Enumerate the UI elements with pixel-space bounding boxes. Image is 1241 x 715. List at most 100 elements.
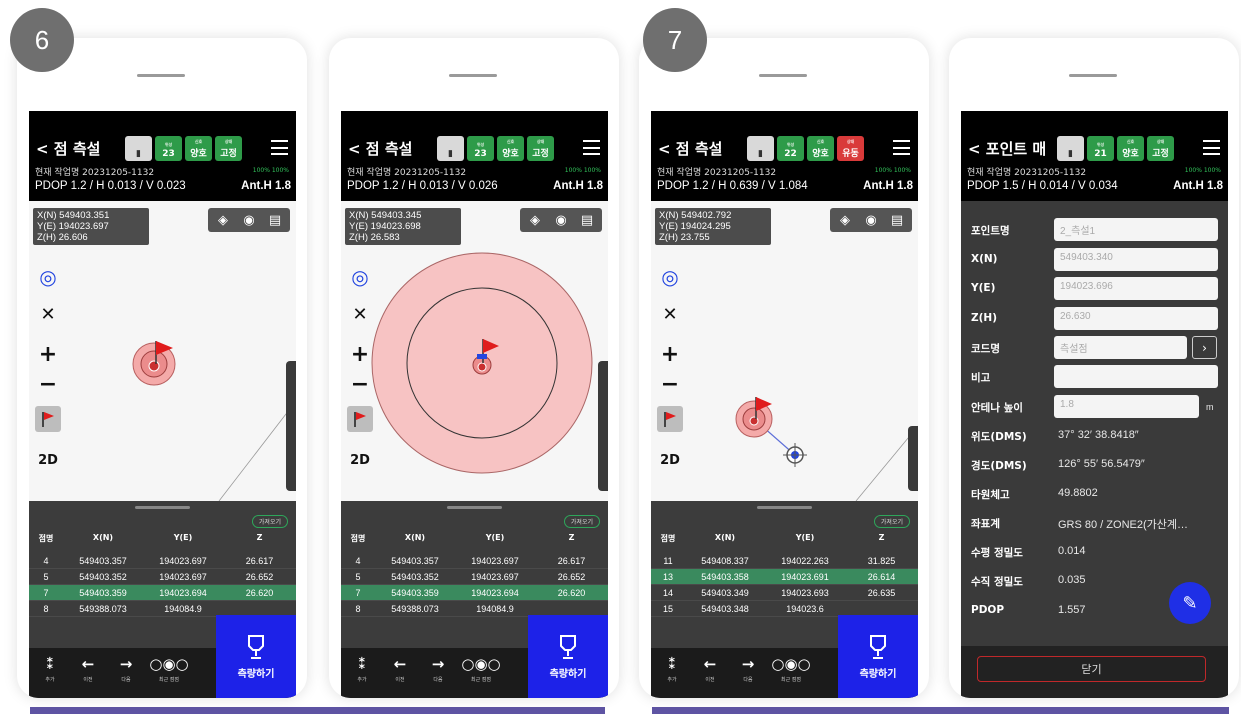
field-z: Z(H) 26.630	[961, 307, 1228, 332]
add-point-button[interactable]: ⁑ 추가	[31, 652, 69, 696]
table-row[interactable]: 4 549403.357 194023.697 26.617	[341, 553, 608, 569]
measure-button[interactable]: 측량하기	[528, 615, 608, 698]
my-location-icon[interactable]: ◎	[347, 264, 373, 290]
panel-drag-handle[interactable]	[447, 506, 502, 509]
zoom-in-button[interactable]: +	[347, 341, 373, 367]
back-button[interactable]: < 점 측설	[658, 138, 722, 159]
y-input[interactable]: 194023.696	[1054, 277, 1218, 300]
gnss-status-badges[interactable]: ▮ 위성 23 신호 양호 상태 고정	[125, 136, 242, 161]
gnss-status-badges[interactable]: ▮ 위성 23 신호 양호 상태 고정	[437, 136, 554, 161]
recent-point-button[interactable]: ○◉○ 최근 점점	[457, 652, 505, 696]
note-input[interactable]	[1054, 365, 1218, 388]
add-point-button[interactable]: ⁑ 추가	[343, 652, 381, 696]
flag-icon[interactable]	[35, 406, 61, 432]
zoom-out-button[interactable]: −	[657, 371, 683, 397]
battery-status: 100% 100%	[1184, 167, 1221, 174]
fit-extent-icon[interactable]: ✕	[347, 301, 373, 327]
recent-point-button[interactable]: ○◉○ 최근 점점	[767, 652, 815, 696]
layer-search-icon[interactable]: ◉	[859, 210, 883, 230]
z-input[interactable]: 26.630	[1054, 307, 1218, 330]
table-row[interactable]: 4 549403.357 194023.697 26.617	[29, 553, 296, 569]
x-input[interactable]: 549403.340	[1054, 248, 1218, 271]
hamburger-menu-icon[interactable]	[893, 140, 910, 155]
map-view[interactable]: X(N) 549403.345 Y(E) 194023.698 Z(H) 26.58…	[341, 201, 608, 501]
side-drawer-handle[interactable]	[286, 361, 296, 491]
field-lon: 경도(DMS) 126° 55′ 56.5479″	[971, 458, 1145, 472]
field-lat: 위도(DMS) 37° 32′ 38.8418″	[971, 429, 1139, 443]
antenna-icon	[560, 635, 576, 659]
layer-search-icon[interactable]: ◉	[237, 210, 261, 230]
list-icon[interactable]: ▤	[575, 210, 599, 230]
import-button[interactable]: 가져오기	[563, 515, 600, 528]
map-view[interactable]: X(N) 549403.351 Y(E) 194023.697 Z(H) 26.60…	[29, 201, 296, 501]
close-button[interactable]: 닫기	[977, 656, 1206, 682]
next-button[interactable]: → 다음	[107, 652, 145, 696]
flag-icon[interactable]	[657, 406, 683, 432]
edit-button[interactable]: ✎	[1169, 582, 1211, 624]
import-button[interactable]: 가져오기	[873, 515, 910, 528]
fit-extent-icon[interactable]: ✕	[35, 301, 61, 327]
gnss-status-badges[interactable]: ▮ 위성 21 신호 양호 상태 고정	[1057, 136, 1174, 161]
table-row-selected[interactable]: 7 549403.359 194023.694 26.620	[341, 585, 608, 601]
table-row[interactable]: 14 549403.349 194023.693 26.635	[651, 585, 918, 601]
chevron-right-icon[interactable]: ›	[1192, 336, 1217, 359]
table-row[interactable]: 5 549403.352 194023.697 26.652	[29, 569, 296, 585]
table-row[interactable]: 5 549403.352 194023.697 26.652	[341, 569, 608, 585]
map-view[interactable]: X(N) 549402.792 Y(E) 194024.295 Z(H) 23.75…	[651, 201, 918, 501]
my-location-icon[interactable]: ◎	[657, 264, 683, 290]
side-drawer-handle[interactable]	[598, 361, 608, 491]
field-crs: 좌표계 GRS 80 / ZONE2(가산계…	[971, 518, 1188, 531]
hamburger-menu-icon[interactable]	[1203, 140, 1220, 155]
measure-button[interactable]: 측량하기	[838, 615, 918, 698]
back-button[interactable]: < 점 측설	[36, 138, 100, 159]
layers-icon[interactable]: ◈	[833, 210, 857, 230]
panel-drag-handle[interactable]	[757, 506, 812, 509]
table-row[interactable]: 11 549408.337 194022.263 31.825	[651, 553, 918, 569]
recent-point-button[interactable]: ○◉○ 최근 점점	[145, 652, 193, 696]
prev-button[interactable]: ← 이전	[691, 652, 729, 696]
next-button[interactable]: → 다음	[729, 652, 767, 696]
hamburger-menu-icon[interactable]	[271, 140, 288, 155]
code-input[interactable]: 측설점	[1054, 336, 1187, 359]
add-point-button[interactable]: ⁑ 추가	[653, 652, 691, 696]
view-2d-toggle[interactable]: 2D	[347, 447, 373, 473]
speaker-notch	[1069, 74, 1117, 77]
app-header: < 점 측설 ▮ 위성 23 신호 양호 상태 고정 현재 작업명 20231205-…	[29, 111, 296, 201]
battery-status: 100% 100%	[252, 167, 289, 174]
zoom-in-button[interactable]: +	[657, 341, 683, 367]
satellite-count-badge: 위성 22	[777, 136, 804, 161]
prev-button[interactable]: ← 이전	[69, 652, 107, 696]
panel-drag-handle[interactable]	[135, 506, 190, 509]
back-button[interactable]: < 포인트 매	[968, 138, 1046, 159]
fit-extent-icon[interactable]: ✕	[657, 301, 683, 327]
view-2d-toggle[interactable]: 2D	[35, 447, 61, 473]
speaker-notch	[137, 74, 185, 77]
point-name-input[interactable]: 2_측설1	[1054, 218, 1218, 241]
screen-title: 점 측설	[675, 140, 723, 158]
point-table: 11 549408.337 194022.263 31.825 13 549403.35…	[651, 553, 918, 617]
prev-button[interactable]: ← 이전	[381, 652, 419, 696]
zoom-in-button[interactable]: +	[35, 341, 61, 367]
list-icon[interactable]: ▤	[263, 210, 287, 230]
app-header: < 점 측설 ▮ 위성 23 신호 양호 상태 고정 현재 작업명 20231205-…	[341, 111, 608, 201]
list-icon[interactable]: ▤	[885, 210, 909, 230]
side-drawer-handle[interactable]	[908, 426, 918, 491]
next-button[interactable]: → 다음	[419, 652, 457, 696]
antenna-height-input[interactable]: 1.8	[1054, 395, 1199, 418]
import-button[interactable]: 가져오기	[251, 515, 288, 528]
layer-search-icon[interactable]: ◉	[549, 210, 573, 230]
view-2d-toggle[interactable]: 2D	[657, 447, 683, 473]
table-row-selected[interactable]: 7 549403.359 194023.694 26.620	[29, 585, 296, 601]
layers-icon[interactable]: ◈	[211, 210, 235, 230]
table-header: 점명 X(N) Y(E) Z	[350, 533, 575, 543]
layers-icon[interactable]: ◈	[523, 210, 547, 230]
back-button[interactable]: < 점 측설	[348, 138, 412, 159]
zoom-out-button[interactable]: −	[347, 371, 373, 397]
zoom-out-button[interactable]: −	[35, 371, 61, 397]
measure-button[interactable]: 측량하기	[216, 615, 296, 698]
gnss-status-badges[interactable]: ▮ 위성 22 신호 양호 상태 유동	[747, 136, 864, 161]
table-row-selected[interactable]: 13 549403.358 194023.691 26.614	[651, 569, 918, 585]
my-location-icon[interactable]: ◎	[35, 264, 61, 290]
hamburger-menu-icon[interactable]	[583, 140, 600, 155]
flag-icon[interactable]	[347, 406, 373, 432]
